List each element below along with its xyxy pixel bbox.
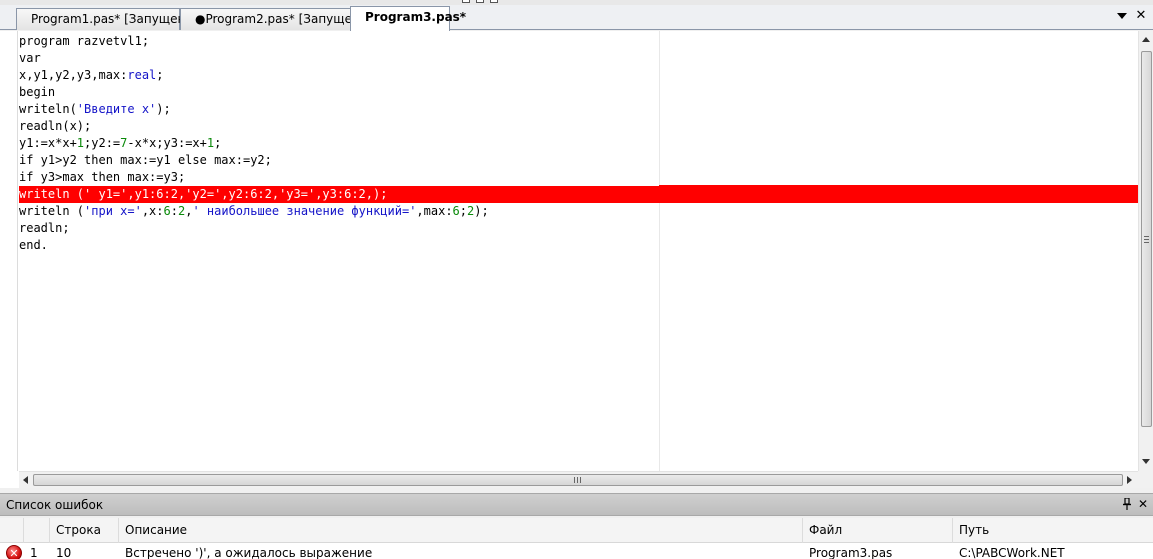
- close-icon[interactable]: ✕: [1134, 8, 1148, 24]
- code-token: ;: [459, 204, 468, 218]
- code-token: ;: [214, 136, 222, 150]
- row-file: Program3.pas: [809, 546, 893, 559]
- code-line-error[interactable]: writeln (' y1=',y1:6:2,'y2=',y2:6:2,'y3=…: [19, 186, 1138, 203]
- code-line[interactable]: end.: [19, 237, 1138, 254]
- code-token: 1: [76, 136, 85, 150]
- code-token: );: [156, 102, 171, 116]
- code-token: ;y2:=: [84, 136, 121, 150]
- scroll-up-icon[interactable]: [1142, 37, 1150, 42]
- error-panel-title: Список ошибок: [6, 498, 104, 512]
- code-line[interactable]: if y3>max then max:=y3;: [19, 169, 1138, 186]
- tab-label: Program3.pas*: [365, 10, 467, 24]
- code-token: begin: [19, 85, 56, 99]
- code-token: 'Введите x': [76, 102, 157, 116]
- code-token: var: [19, 51, 41, 65]
- code-token: 6: [163, 204, 171, 218]
- code-token: readln(x);: [19, 119, 92, 133]
- editor-gutter: [0, 31, 18, 471]
- row-line-number: 10: [56, 546, 72, 559]
- chevron-down-icon[interactable]: [1117, 13, 1127, 19]
- tab-program1[interactable]: Program1.pas* [Запущен]: [16, 8, 190, 30]
- code-token: :: [170, 204, 178, 218]
- code-token: x,y1,y2,y3,max:: [19, 68, 128, 82]
- code-token: real: [127, 68, 157, 82]
- column-header-index[interactable]: [24, 518, 50, 543]
- code-token: writeln(: [19, 102, 77, 116]
- code-token: -x*x;y3:=x+: [127, 136, 207, 150]
- code-line[interactable]: readln(x);: [19, 118, 1138, 135]
- code-token: ' наибольшее значение функций=': [192, 204, 417, 218]
- scroll-left-icon[interactable]: [23, 476, 28, 484]
- code-line[interactable]: y1:=x*x+1;y2:=7-x*x;y3:=x+1;: [19, 135, 1138, 152]
- table-row[interactable]: ✕ 1 10 Встречено ')', а ожидалось выраже…: [0, 543, 1153, 559]
- code-line[interactable]: readln;: [19, 220, 1138, 237]
- error-panel-header: Список ошибок ✕: [0, 493, 1153, 516]
- code-line[interactable]: if y1>y2 then max:=y1 else max:=y2;: [19, 152, 1138, 169]
- row-index: 1: [30, 546, 38, 559]
- row-path: C:\PABCWork.NET: [959, 546, 1065, 559]
- column-header-file[interactable]: Файл: [803, 518, 953, 543]
- column-header-path[interactable]: Путь: [953, 518, 1153, 543]
- code-token: );: [474, 204, 489, 218]
- code-token: writeln (' y1=',y1:6:2,'y2=',y2:6:2,'y3=…: [19, 187, 388, 201]
- scroll-down-icon[interactable]: [1142, 459, 1150, 464]
- code-token: if y1>y2 then max:=y1 else max:=y2;: [19, 153, 272, 167]
- grip-icon: [1144, 239, 1149, 240]
- tab-program3[interactable]: Program3.pas*: [350, 6, 466, 31]
- code-token: ,max:: [416, 204, 453, 218]
- document-tab-bar: Program1.pas* [Запущен] ●Program2.pas* […: [0, 5, 1153, 31]
- code-line[interactable]: program razvetvl1;: [19, 33, 1138, 50]
- code-line[interactable]: var: [19, 50, 1138, 67]
- code-token: 'при x=': [84, 204, 142, 218]
- tab-label: Program1.pas* [Запущен]: [31, 12, 191, 26]
- scroll-right-icon[interactable]: [1127, 476, 1132, 484]
- vertical-scroll-thumb[interactable]: [1141, 51, 1152, 427]
- grip-icon: [577, 477, 578, 483]
- code-line[interactable]: writeln ('при x=',x:6:2,' наибольшее зна…: [19, 203, 1138, 220]
- error-icon: ✕: [6, 545, 22, 559]
- code-token: y1:=x*x+: [19, 136, 77, 150]
- close-window-icon[interactable]: [490, 0, 498, 3]
- grip-icon: [1144, 236, 1149, 237]
- code-token: readln;: [19, 221, 70, 235]
- code-token: writeln (: [19, 204, 85, 218]
- code-line[interactable]: x,y1,y2,y3,max:real;: [19, 67, 1138, 84]
- scrollbar-corner: [1138, 471, 1153, 488]
- tab-program2[interactable]: ●Program2.pas* [Запущен]: [180, 8, 364, 30]
- code-token: 6: [452, 204, 460, 218]
- horizontal-scroll-thumb[interactable]: [33, 474, 1123, 486]
- code-editor[interactable]: program razvetvl1; var x,y1,y2,y3,max:real…: [0, 31, 1153, 488]
- pin-icon[interactable]: [1120, 496, 1134, 512]
- code-token: ,x:: [141, 204, 164, 218]
- code-token: end.: [19, 238, 48, 252]
- column-header-icon[interactable]: [0, 518, 24, 543]
- code-area[interactable]: program razvetvl1; var x,y1,y2,y3,max:real…: [19, 33, 1138, 254]
- column-header-line[interactable]: Строка: [50, 518, 119, 543]
- error-grid-header: Строка Описание Файл Путь: [0, 518, 1153, 543]
- restore-icon[interactable]: [476, 0, 484, 3]
- grip-icon: [574, 477, 575, 483]
- grip-icon: [580, 477, 581, 483]
- grip-icon: [1144, 242, 1149, 243]
- column-header-description[interactable]: Описание: [119, 518, 803, 543]
- code-token: ;: [156, 68, 164, 82]
- horizontal-scrollbar[interactable]: [19, 471, 1138, 488]
- code-line[interactable]: begin: [19, 84, 1138, 101]
- code-token: program razvetvl1;: [19, 34, 150, 48]
- row-description: Встречено ')', а ожидалось выражение: [125, 546, 373, 559]
- code-line[interactable]: writeln('Введите x');: [19, 101, 1138, 118]
- close-icon[interactable]: ✕: [1136, 496, 1150, 512]
- code-token: if y3>max then max:=y3;: [19, 170, 186, 184]
- minimize-icon[interactable]: [462, 0, 470, 3]
- tab-label: ●Program2.pas* [Запущен]: [195, 12, 365, 26]
- vertical-scrollbar[interactable]: [1138, 31, 1153, 471]
